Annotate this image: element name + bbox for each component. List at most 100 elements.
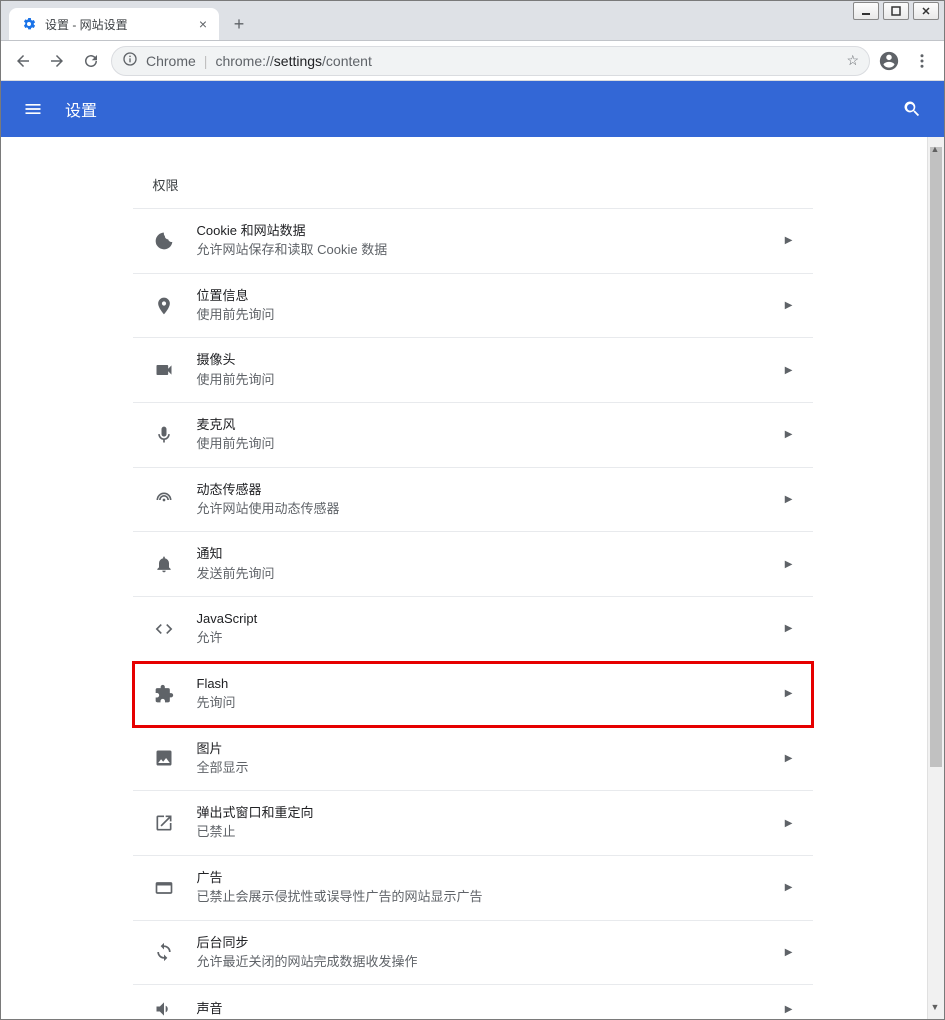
permission-row-cookie[interactable]: Cookie 和网站数据允许网站保存和读取 Cookie 数据▶ (133, 209, 813, 274)
permission-row-location[interactable]: 位置信息使用前先询问▶ (133, 274, 813, 339)
permission-subtitle: 已禁止 (197, 822, 785, 842)
cookie-icon (153, 230, 175, 252)
sound-icon (153, 998, 175, 1019)
chevron-right-icon: ▶ (785, 235, 793, 246)
image-icon (153, 747, 175, 769)
chevron-right-icon: ▶ (785, 494, 793, 505)
location-icon (153, 295, 175, 317)
permission-title: 摄像头 (197, 351, 785, 369)
window-minimize-button[interactable] (853, 2, 879, 20)
permission-text: 弹出式窗口和重定向已禁止 (197, 804, 785, 842)
sync-icon (153, 941, 175, 963)
permission-row-sound[interactable]: 声音▶ (133, 985, 813, 1019)
permission-subtitle: 先询问 (197, 693, 785, 713)
permission-text: 后台同步允许最近关闭的网站完成数据收发操作 (197, 934, 785, 972)
address-bar[interactable]: Chrome | chrome://settings/content ☆ (111, 46, 870, 76)
permission-text: 广告已禁止会展示侵扰性或误导性广告的网站显示广告 (197, 869, 785, 907)
window-controls (853, 2, 939, 20)
settings-header: 设置 (1, 81, 944, 137)
permission-text: 通知发送前先询问 (197, 545, 785, 583)
permission-row-sync[interactable]: 后台同步允许最近关闭的网站完成数据收发操作▶ (133, 921, 813, 986)
scroll-down-icon[interactable]: ▼ (927, 998, 943, 1016)
permission-subtitle: 允许最近关闭的网站完成数据收发操作 (197, 952, 785, 972)
permission-title: JavaScript (197, 610, 785, 628)
chevron-right-icon: ▶ (785, 882, 793, 893)
permission-row-motion[interactable]: 动态传感器允许网站使用动态传感器▶ (133, 468, 813, 533)
code-icon (153, 618, 175, 640)
outer-scrollbar[interactable]: ▲ ▼ (927, 140, 943, 1016)
chevron-right-icon: ▶ (785, 300, 793, 311)
chevron-right-icon: ▶ (785, 429, 793, 440)
chevron-right-icon: ▶ (785, 623, 793, 634)
permission-text: 位置信息使用前先询问 (197, 287, 785, 325)
tab-close-icon[interactable]: × (199, 16, 207, 32)
permission-text: 麦克风使用前先询问 (197, 416, 785, 454)
search-button[interactable] (900, 97, 924, 121)
url-chip: Chrome (146, 53, 196, 69)
plugin-icon (153, 683, 175, 705)
url-text: chrome://settings/content (215, 53, 371, 69)
popup-icon (153, 812, 175, 834)
bell-icon (153, 553, 175, 575)
chevron-right-icon: ▶ (785, 365, 793, 376)
permission-row-ads[interactable]: 广告已禁止会展示侵扰性或误导性广告的网站显示广告▶ (133, 856, 813, 921)
motion-icon (153, 489, 175, 511)
profile-avatar-icon[interactable] (876, 48, 902, 74)
chevron-right-icon: ▶ (785, 753, 793, 764)
permission-text: 图片全部显示 (197, 740, 785, 778)
ads-icon (153, 877, 175, 899)
window-maximize-button[interactable] (883, 2, 909, 20)
settings-title: 设置 (65, 97, 900, 121)
permission-subtitle: 已禁止会展示侵扰性或误导性广告的网站显示广告 (197, 887, 785, 907)
permission-row-popup[interactable]: 弹出式窗口和重定向已禁止▶ (133, 791, 813, 856)
permission-row-bell[interactable]: 通知发送前先询问▶ (133, 532, 813, 597)
permission-subtitle: 允许网站使用动态传感器 (197, 499, 785, 519)
back-button[interactable] (9, 47, 37, 75)
permission-subtitle: 使用前先询问 (197, 370, 785, 390)
permission-row-plugin[interactable]: Flash先询问▶ (133, 662, 813, 727)
permission-text: 动态传感器允许网站使用动态传感器 (197, 481, 785, 519)
chevron-right-icon: ▶ (785, 559, 793, 570)
permission-subtitle: 允许网站保存和读取 Cookie 数据 (197, 240, 785, 260)
permission-text: 摄像头使用前先询问 (197, 351, 785, 389)
forward-button[interactable] (43, 47, 71, 75)
permission-subtitle: 允许 (197, 628, 785, 648)
section-title: 权限 (133, 167, 813, 208)
chrome-menu-button[interactable] (908, 47, 936, 75)
content-area: 权限 Cookie 和网站数据允许网站保存和读取 Cookie 数据▶位置信息使… (1, 137, 944, 1019)
permission-row-mic[interactable]: 麦克风使用前先询问▶ (133, 403, 813, 468)
chevron-right-icon: ▶ (785, 818, 793, 829)
permission-title: 声音 (197, 1000, 785, 1018)
permission-subtitle: 使用前先询问 (197, 434, 785, 454)
permission-title: 麦克风 (197, 416, 785, 434)
window-close-button[interactable] (913, 2, 939, 20)
chevron-right-icon: ▶ (785, 1004, 793, 1015)
tab-strip: 设置 - 网站设置 × + (1, 1, 944, 41)
permission-title: 位置信息 (197, 287, 785, 305)
scroll-up-icon[interactable]: ▲ (927, 140, 943, 158)
permission-subtitle: 发送前先询问 (197, 564, 785, 584)
permission-subtitle: 全部显示 (197, 758, 785, 778)
permission-title: 通知 (197, 545, 785, 563)
permission-text: 声音 (197, 1000, 785, 1018)
permission-title: Cookie 和网站数据 (197, 222, 785, 240)
menu-button[interactable] (21, 97, 45, 121)
permissions-list: Cookie 和网站数据允许网站保存和读取 Cookie 数据▶位置信息使用前先… (133, 208, 813, 1019)
permission-title: 动态传感器 (197, 481, 785, 499)
permission-text: Flash先询问 (197, 675, 785, 713)
permission-row-image[interactable]: 图片全部显示▶ (133, 727, 813, 792)
permission-subtitle: 使用前先询问 (197, 305, 785, 325)
tab-title: 设置 - 网站设置 (45, 16, 191, 33)
new-tab-button[interactable]: + (225, 10, 253, 38)
camera-icon (153, 359, 175, 381)
permission-row-camera[interactable]: 摄像头使用前先询问▶ (133, 338, 813, 403)
permission-row-code[interactable]: JavaScript允许▶ (133, 597, 813, 662)
browser-tab[interactable]: 设置 - 网站设置 × (9, 8, 219, 40)
settings-favicon-icon (21, 16, 37, 32)
permission-title: 广告 (197, 869, 785, 887)
permission-text: Cookie 和网站数据允许网站保存和读取 Cookie 数据 (197, 222, 785, 260)
browser-toolbar: Chrome | chrome://settings/content ☆ (1, 41, 944, 81)
bookmark-star-icon[interactable]: ☆ (846, 52, 859, 69)
reload-button[interactable] (77, 47, 105, 75)
site-info-icon[interactable] (122, 51, 138, 70)
